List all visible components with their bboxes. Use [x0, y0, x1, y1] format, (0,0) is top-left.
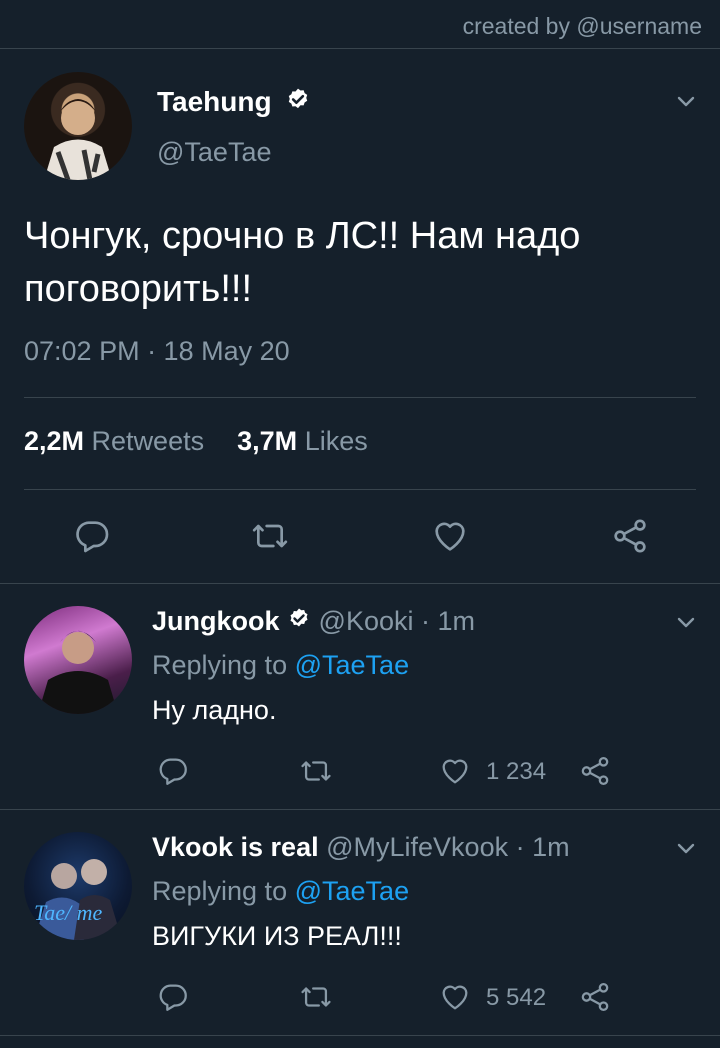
reply-text: ВИГУКИ ИЗ РЕАЛ!!!: [152, 921, 402, 951]
tweet-stats: 2,2M Retweets 3,7M Likes: [24, 426, 368, 457]
avatar[interactable]: Tae/ me: [24, 832, 132, 940]
tweet-text: Чонгук, срочно в ЛС!! Нам надо поговорит…: [24, 215, 581, 310]
author-handle[interactable]: @TaeTae: [157, 137, 271, 168]
author-handle[interactable]: @Kooki: [319, 606, 414, 636]
share-icon[interactable]: [610, 516, 650, 556]
replying-prefix: Replying to: [152, 650, 288, 680]
author-name[interactable]: Jungkook: [152, 606, 280, 636]
reply-icon[interactable]: [72, 516, 112, 556]
divider: [0, 1035, 720, 1036]
replying-prefix: Replying to: [152, 876, 288, 906]
like-count: 1 234: [486, 758, 547, 785]
likes-label[interactable]: Likes: [305, 426, 368, 456]
reply-text: Ну ладно.: [152, 695, 277, 725]
top-divider: [0, 48, 720, 49]
retweet-icon[interactable]: [298, 980, 334, 1014]
author-name[interactable]: Vkook is real: [152, 832, 319, 862]
retweets-count[interactable]: 2,2M: [24, 426, 84, 456]
verified-icon: [287, 607, 311, 638]
like-icon[interactable]: [430, 516, 470, 556]
watermark: created by @username: [462, 13, 702, 39]
divider: [24, 489, 696, 490]
author-handle[interactable]: @MyLifeVkook: [326, 832, 508, 862]
tweet-timestamp[interactable]: 07:02 PM · 18 May 20: [24, 336, 290, 367]
verified-icon: [285, 87, 311, 120]
like-icon[interactable]: [438, 754, 472, 788]
chevron-down-icon[interactable]: [674, 611, 698, 635]
avatar[interactable]: [24, 606, 132, 714]
divider: [0, 809, 720, 810]
chevron-down-icon[interactable]: [674, 90, 698, 114]
divider: [24, 397, 696, 398]
share-icon[interactable]: [578, 980, 612, 1014]
likes-count[interactable]: 3,7M: [237, 426, 297, 456]
retweet-icon[interactable]: [249, 516, 291, 556]
reply-time: · 1m: [515, 832, 570, 862]
chevron-down-icon[interactable]: [674, 837, 698, 861]
svg-text:Tae/ me: Tae/ me: [34, 900, 102, 925]
reply-time: · 1m: [421, 606, 476, 636]
avatar[interactable]: [24, 72, 132, 180]
replying-to-link[interactable]: @TaeTae: [295, 650, 409, 680]
divider: [0, 583, 720, 584]
reply-icon[interactable]: [156, 980, 190, 1014]
replying-to: Replying to @TaeTae: [152, 650, 409, 681]
like-count: 5 542: [486, 984, 547, 1011]
like-icon[interactable]: [438, 980, 472, 1014]
retweets-label[interactable]: Retweets: [92, 426, 205, 456]
author-name: Taehung: [157, 86, 272, 117]
share-icon[interactable]: [578, 754, 612, 788]
replying-to-link[interactable]: @TaeTae: [295, 876, 409, 906]
replying-to: Replying to @TaeTae: [152, 876, 409, 907]
retweet-icon[interactable]: [298, 754, 334, 788]
reply-icon[interactable]: [156, 754, 190, 788]
